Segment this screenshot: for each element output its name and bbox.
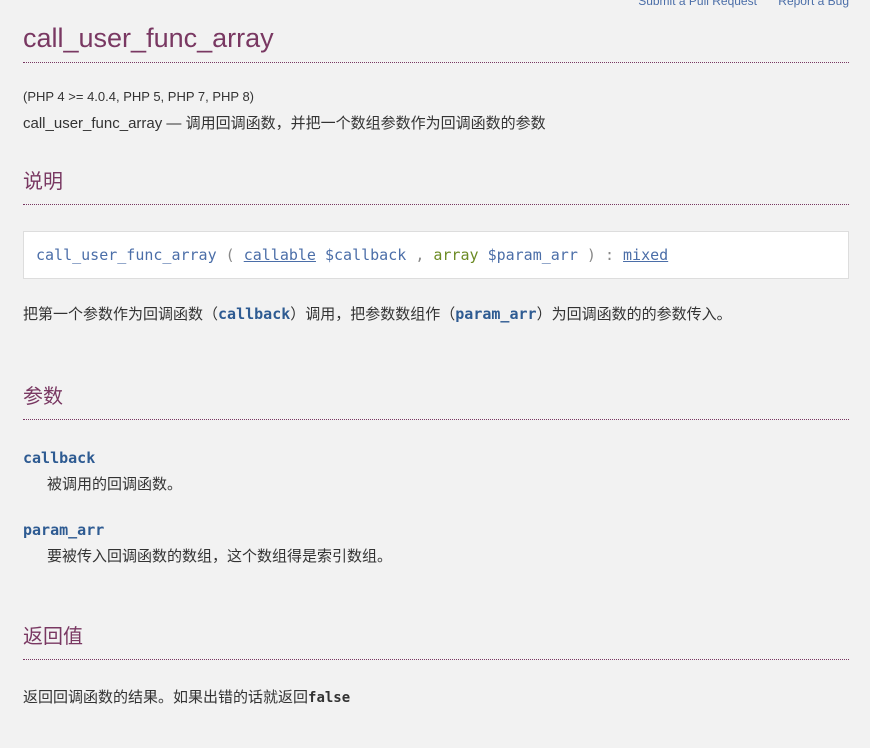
param-term-callback: callback xyxy=(23,449,96,467)
submit-pull-request-link[interactable]: Submit a Pull Request xyxy=(638,0,757,8)
callable-type-link[interactable]: callable xyxy=(244,246,316,264)
param-def-param-arr: 要被传入回调函数的数组，这个数组得是索引数组。 xyxy=(47,548,393,565)
synopsis-close-paren: ) xyxy=(586,246,596,264)
description-heading: 说明 xyxy=(23,169,849,205)
param-callback-code: callback xyxy=(218,305,291,323)
ref-purpose: call_user_func_array — 调用回调函数，并把一个数组参数作为… xyxy=(23,115,546,132)
page: Submit a Pull Request Report a Bug call_… xyxy=(0,0,870,748)
synopsis-function-name: call_user_func_array xyxy=(36,246,217,264)
mixed-type-link[interactable]: mixed xyxy=(623,246,668,264)
synopsis-open-paren: ( xyxy=(225,246,235,264)
false-literal: false xyxy=(308,690,351,706)
top-links: Submit a Pull Request Report a Bug xyxy=(620,0,849,8)
synopsis-comma: , xyxy=(415,246,425,264)
report-bug-link[interactable]: Report a Bug xyxy=(778,0,849,8)
return-values-heading: 返回值 xyxy=(23,624,849,660)
param-param-arr-code: param_arr xyxy=(455,305,537,323)
version-info: (PHP 4 >= 4.0.4, PHP 5, PHP 7, PHP 8) xyxy=(23,89,254,104)
param-def-callback: 被调用的回调函数。 xyxy=(47,476,183,493)
page-title: call_user_func_array xyxy=(23,22,849,63)
method-synopsis: call_user_func_array ( callable $callbac… xyxy=(23,231,849,279)
description-text: 把第一个参数作为回调函数（callback）调用，把参数数组作（param_ar… xyxy=(23,305,732,323)
param-term-param-arr: param_arr xyxy=(23,521,105,539)
synopsis-colon: : xyxy=(604,246,614,264)
parameters-heading: 参数 xyxy=(23,384,849,420)
synopsis-param-callback: $callback xyxy=(325,246,407,264)
array-type: array xyxy=(433,246,479,264)
synopsis-param-param-arr: $param_arr xyxy=(487,246,578,264)
return-values-text: 返回回调函数的结果。如果出错的话就返回false xyxy=(23,689,351,706)
